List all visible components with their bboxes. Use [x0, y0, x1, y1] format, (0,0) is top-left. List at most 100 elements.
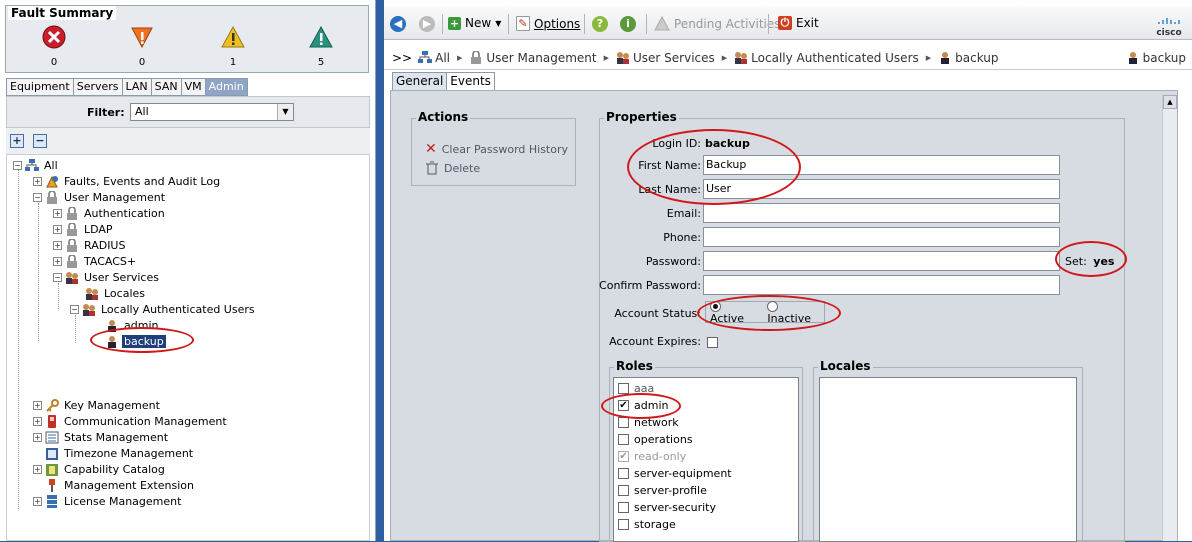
breadcrumb-prefix: >> — [392, 50, 413, 65]
expand-toggle[interactable]: + — [53, 224, 62, 234]
role-checkbox-checked[interactable]: ✔ — [618, 400, 629, 411]
radio-inactive[interactable] — [767, 300, 779, 312]
tree-item-faults[interactable]: + Faults, Events and Audit Log — [33, 173, 222, 189]
tab-lan[interactable]: LAN — [121, 78, 152, 96]
role-checkbox[interactable] — [618, 502, 629, 513]
tree-item-ldap[interactable]: + LDAP — [53, 221, 115, 237]
confirm-password-field[interactable] — [703, 275, 1060, 295]
last-name-field[interactable]: User — [703, 179, 1060, 199]
role-checkbox[interactable] — [618, 383, 629, 394]
chevron-right-icon: ▶ — [457, 53, 463, 62]
breadcrumb-all[interactable]: All — [418, 51, 450, 65]
tree-item-authentication[interactable]: + Authentication — [53, 205, 167, 221]
breadcrumb-user-management[interactable]: User Management — [469, 51, 597, 65]
tree-item-locales[interactable]: Locales — [85, 285, 147, 301]
breadcrumb-locally-authenticated-users[interactable]: Locally Authenticated Users — [734, 51, 919, 65]
tree-item-capability-catalog[interactable]: + Capability Catalog — [33, 461, 167, 477]
breadcrumb-backup[interactable]: backup — [938, 51, 999, 65]
breadcrumb-user-services[interactable]: User Services — [616, 51, 715, 65]
role-checkbox[interactable] — [618, 468, 629, 479]
expand-toggle[interactable]: + — [53, 256, 62, 266]
collapse-toggle[interactable]: − — [33, 192, 42, 202]
role-checkbox[interactable] — [618, 519, 629, 530]
tree-label: All — [44, 158, 58, 172]
vertical-scrollbar[interactable]: ▲ — [1162, 95, 1177, 541]
expand-toggle[interactable]: + — [33, 432, 42, 442]
role-admin[interactable]: ✔ admin — [618, 397, 668, 414]
phone-field[interactable] — [703, 227, 1060, 247]
tree-item-license-management[interactable]: + License Management — [33, 493, 183, 509]
role-checkbox[interactable] — [618, 434, 629, 445]
role-operations[interactable]: operations — [618, 431, 693, 448]
role-server-equipment[interactable]: server-equipment — [618, 465, 732, 482]
tab-equipment[interactable]: Equipment — [6, 78, 74, 96]
expand-toggle[interactable]: + — [33, 464, 42, 474]
pending-activities-button[interactable]: Pending Activities — [654, 16, 781, 32]
tree-label: Key Management — [64, 398, 160, 412]
role-server-security[interactable]: server-security — [618, 499, 716, 516]
tree-item-locally-authenticated-users[interactable]: − Locally Authenticated Users — [70, 301, 257, 317]
back-button[interactable]: ◀ — [390, 16, 410, 32]
fault-major[interactable]: 0 — [112, 24, 172, 68]
clear-password-history-link[interactable]: ✕ Clear Password History — [425, 141, 568, 157]
expand-toggle[interactable]: + — [33, 400, 42, 410]
account-expires-checkbox[interactable] — [707, 336, 718, 348]
password-field[interactable] — [703, 251, 1060, 271]
collapse-toggle[interactable]: − — [70, 304, 79, 314]
tab-events[interactable]: Events — [446, 72, 495, 91]
tree-item-admin[interactable]: admin — [105, 317, 160, 333]
role-network[interactable]: network — [618, 414, 679, 431]
collapse-toggle[interactable]: − — [13, 160, 22, 170]
major-fault-icon — [131, 27, 153, 49]
options-button[interactable]: ✎ Options — [516, 16, 580, 31]
expand-toggle[interactable]: + — [33, 176, 42, 186]
filter-select[interactable]: All ▼ — [130, 103, 294, 121]
expand-toggle[interactable]: + — [53, 208, 62, 218]
chevron-down-icon[interactable]: ▼ — [277, 104, 293, 120]
tree-item-management-extension[interactable]: Management Extension — [45, 477, 196, 493]
role-checkbox[interactable] — [618, 417, 629, 428]
tree-item-tacacs[interactable]: + TACACS+ — [53, 253, 138, 269]
info-button[interactable]: i — [620, 16, 640, 32]
tree-item-communication-management[interactable]: + Communication Management — [33, 413, 229, 429]
status-active-option[interactable]: Active — [710, 299, 757, 325]
tree-item-user-services[interactable]: − User Services — [53, 269, 161, 285]
radio-active[interactable] — [710, 300, 721, 312]
role-aaa[interactable]: aaa — [618, 380, 654, 397]
tree-item-radius[interactable]: + RADIUS — [53, 237, 127, 253]
help-button[interactable]: ? — [592, 16, 612, 32]
expand-toggle[interactable]: + — [53, 240, 62, 250]
exit-button[interactable]: ⏻ Exit — [778, 16, 819, 30]
tree-label: User Services — [84, 270, 159, 284]
tree-item-stats-management[interactable]: + Stats Management — [33, 429, 170, 445]
first-name-field[interactable]: Backup — [703, 155, 1060, 175]
tree-item-timezone-management[interactable]: Timezone Management — [45, 445, 195, 461]
fault-minor[interactable]: 1 — [203, 24, 263, 68]
tab-servers[interactable]: Servers — [72, 78, 123, 96]
tab-vm[interactable]: VM — [180, 78, 206, 96]
tab-general[interactable]: General — [392, 72, 448, 91]
delete-link[interactable]: Delete — [425, 161, 480, 175]
new-button[interactable]: + New ▼ — [448, 16, 501, 30]
role-server-profile[interactable]: server-profile — [618, 482, 707, 499]
tree-item-backup[interactable]: backup — [105, 333, 166, 349]
tree-item-key-management[interactable]: + Key Management — [33, 397, 162, 413]
fault-critical[interactable]: 0 — [24, 24, 84, 68]
tree-item-user-management[interactable]: − User Management — [33, 189, 167, 205]
tab-admin[interactable]: Admin — [204, 78, 248, 96]
expand-toggle[interactable]: + — [33, 496, 42, 506]
status-inactive-option[interactable]: Inactive — [767, 299, 824, 325]
collapse-all-button[interactable]: − — [33, 134, 47, 148]
expand-all-button[interactable]: + — [10, 134, 24, 148]
scroll-up-arrow-icon[interactable]: ▲ — [1163, 95, 1177, 109]
forward-button[interactable]: ▶ — [419, 16, 439, 32]
locales-list[interactable] — [819, 377, 1077, 542]
role-checkbox[interactable] — [618, 485, 629, 496]
fault-warning[interactable]: 5 — [291, 24, 351, 68]
email-field[interactable] — [703, 203, 1060, 223]
collapse-toggle[interactable]: − — [53, 272, 62, 282]
expand-toggle[interactable]: + — [33, 416, 42, 426]
tab-san[interactable]: SAN — [150, 78, 182, 96]
role-storage[interactable]: storage — [618, 516, 676, 533]
tree-item-all[interactable]: − All — [13, 157, 60, 173]
